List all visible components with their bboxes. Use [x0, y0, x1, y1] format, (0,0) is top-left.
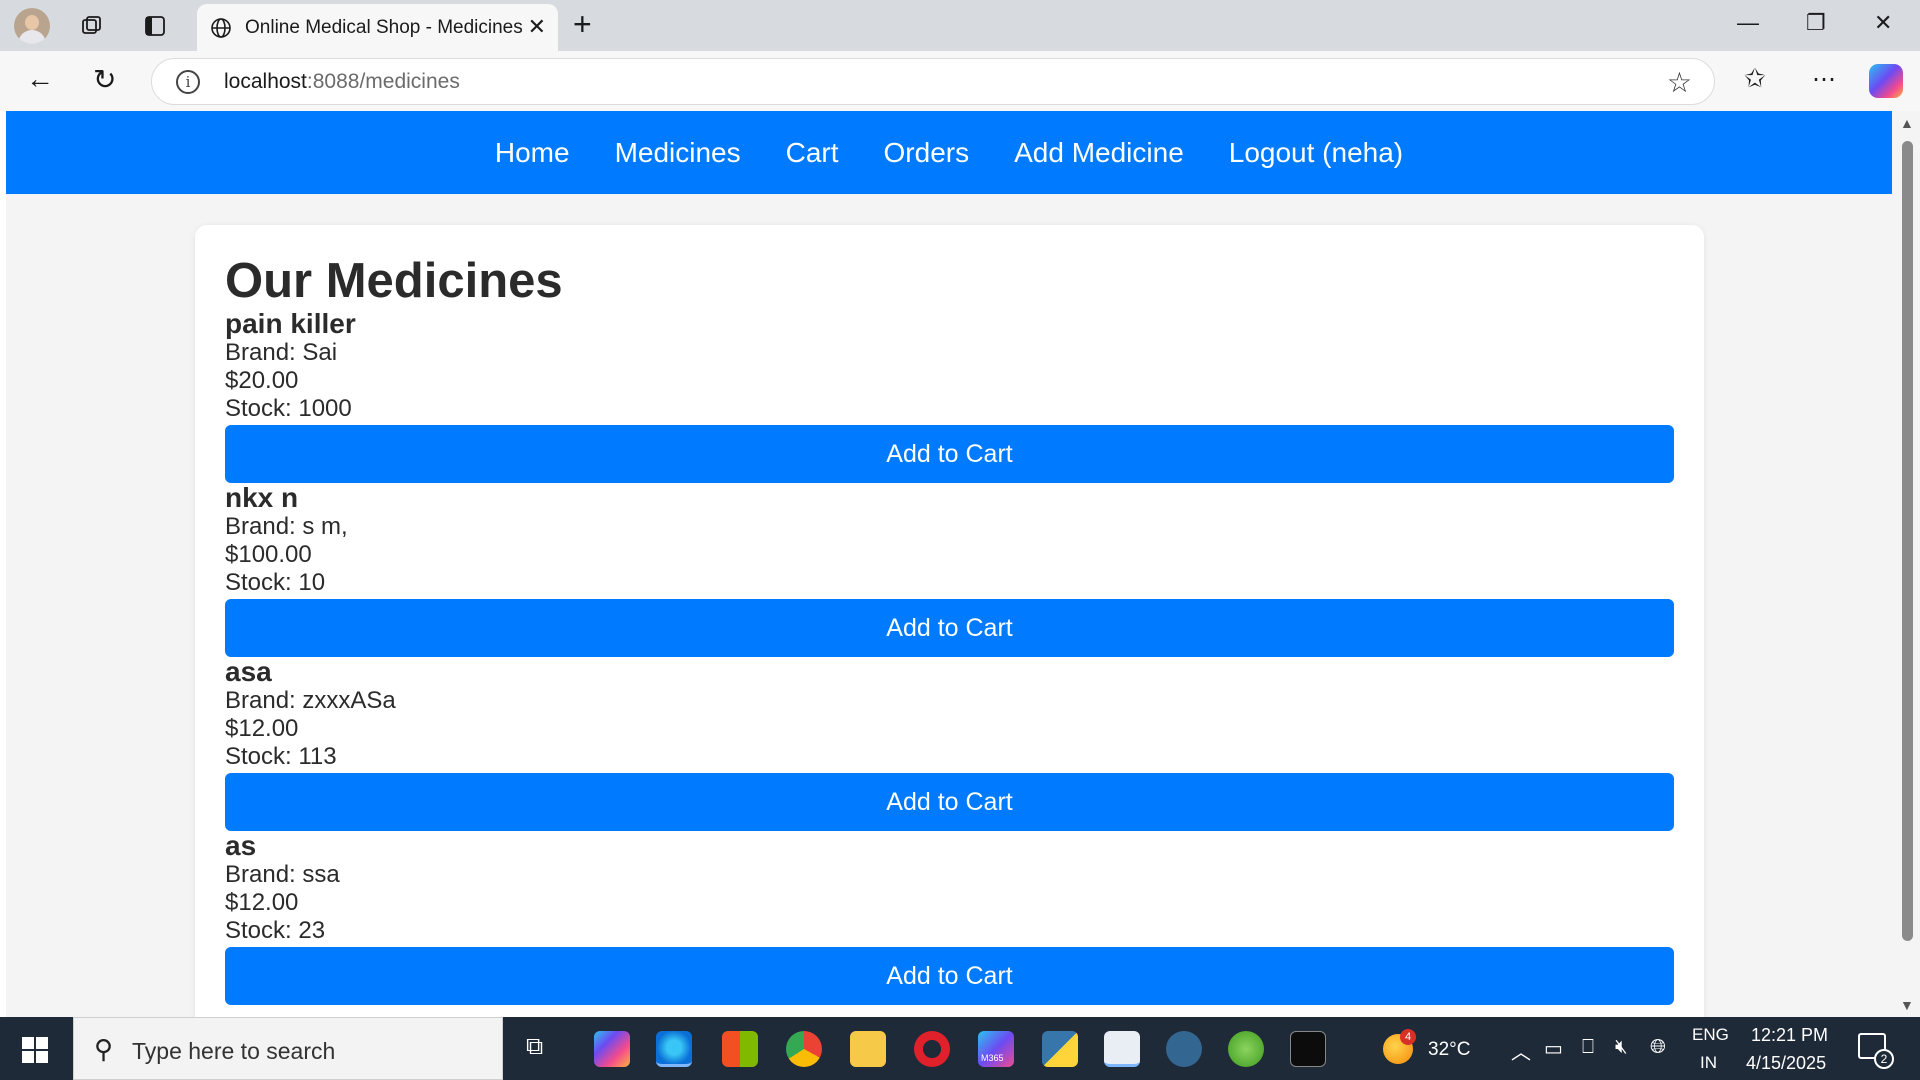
clock-time[interactable]: 12:21 PM [1751, 1025, 1828, 1046]
medicine-item: nkx n Brand: s m, $100.00 Stock: 10 Add … [225, 483, 1674, 657]
m365-label: M365 [981, 1053, 1004, 1063]
site-navbar: Home Medicines Cart Orders Add Medicine … [6, 111, 1892, 194]
refresh-icon[interactable]: ↻ [93, 63, 116, 96]
window-close-icon[interactable]: ✕ [1874, 10, 1892, 36]
file-explorer-icon[interactable] [850, 1031, 886, 1067]
windows-start-icon[interactable] [22, 1037, 48, 1063]
store-app-icon[interactable] [722, 1031, 758, 1067]
collections-icon[interactable] [74, 8, 110, 44]
nav-add-medicine[interactable]: Add Medicine [1014, 137, 1184, 169]
new-tab-icon[interactable]: + [573, 6, 592, 43]
notepad-app-icon[interactable] [1104, 1031, 1140, 1067]
medicine-name: as [225, 830, 257, 861]
browser-titlebar: Online Medical Shop - Medicines ✕ + — ❐ … [0, 0, 1920, 51]
medicine-brand: Brand: Sai [225, 339, 338, 366]
medicine-name: pain killer [225, 308, 356, 339]
spring-app-icon[interactable] [1228, 1031, 1264, 1067]
restore-icon[interactable]: ❐ [1806, 10, 1826, 36]
medicine-stock: Stock: 10 [225, 569, 326, 596]
weather-badge: 4 [1400, 1029, 1416, 1045]
close-icon[interactable]: ✕ [528, 14, 546, 40]
medicine-stock: Stock: 113 [225, 743, 337, 770]
windows-taskbar: ⚲ Type here to search ⧉ M365 4 32°C ︿ ▭ … [0, 1017, 1920, 1080]
notification-badge: 2 [1874, 1049, 1894, 1069]
medicine-brand: Brand: ssa [225, 861, 340, 888]
page-scrollbar[interactable]: ▲ ▼ [1892, 111, 1920, 1017]
medicines-panel: Our Medicines pain killer Brand: Sai $20… [195, 225, 1704, 1017]
language-top[interactable]: ENG [1692, 1025, 1729, 1045]
search-icon: ⚲ [94, 1034, 114, 1064]
medicine-stock: Stock: 23 [225, 917, 326, 944]
nav-orders[interactable]: Orders [884, 137, 970, 169]
add-to-cart-button[interactable]: Add to Cart [225, 599, 1674, 657]
chevron-up-icon[interactable]: ︿ [1511, 1036, 1531, 1065]
task-view-icon[interactable]: ⧉ [526, 1033, 543, 1061]
browser-toolbar: ← ↻ i localhost:8088/medicines ☆ ✩ ⋯ [0, 51, 1920, 111]
scroll-down-icon[interactable]: ▼ [1900, 997, 1914, 1013]
minimize-icon[interactable]: — [1737, 10, 1759, 36]
scroll-up-icon[interactable]: ▲ [1900, 115, 1914, 131]
medicine-brand: Brand: s m, [225, 513, 348, 540]
favorites-icon[interactable]: ✩ [1744, 63, 1766, 94]
medicine-price: $12.00 [225, 889, 299, 916]
m365-app-icon[interactable]: M365 [978, 1031, 1014, 1067]
taskbar-search[interactable]: ⚲ Type here to search [73, 1017, 503, 1080]
add-to-cart-button[interactable]: Add to Cart [225, 947, 1674, 1005]
copilot-icon[interactable] [1869, 64, 1903, 98]
globe-icon [209, 16, 233, 45]
terminal-app-icon[interactable] [1290, 1031, 1326, 1067]
medicine-brand: Brand: zxxxASa [225, 687, 396, 714]
volume-muted-icon[interactable]: 🔇︎ [1615, 1036, 1628, 1059]
scroll-thumb[interactable] [1902, 141, 1913, 941]
page-title: Our Medicines [225, 254, 563, 308]
medicine-price: $12.00 [225, 715, 299, 742]
opera-app-icon[interactable] [914, 1031, 950, 1067]
weather-temp[interactable]: 32°C [1428, 1039, 1470, 1061]
page-viewport: Home Medicines Cart Orders Add Medicine … [6, 111, 1892, 1017]
battery-icon[interactable]: ▭ [1544, 1036, 1563, 1061]
tab-title: Online Medical Shop - Medicines [245, 17, 523, 38]
medicine-stock: Stock: 1000 [225, 395, 352, 422]
network-globe-icon[interactable]: 🌐︎ [1650, 1036, 1666, 1059]
add-to-cart-button[interactable]: Add to Cart [225, 425, 1674, 483]
medicine-name: nkx n [225, 482, 299, 513]
nav-medicines[interactable]: Medicines [615, 137, 741, 169]
url-text[interactable]: localhost:8088/medicines [224, 70, 460, 94]
profile-avatar[interactable] [14, 8, 50, 44]
medicine-name: asa [225, 656, 272, 687]
tab-actions-icon[interactable] [137, 8, 173, 44]
url-path: :8088/medicines [306, 70, 460, 93]
python-app-icon[interactable] [1042, 1031, 1078, 1067]
medicine-price: $100.00 [225, 541, 312, 568]
address-bar[interactable]: i localhost:8088/medicines ☆ [151, 58, 1715, 105]
back-icon[interactable]: ← [26, 63, 54, 95]
favorite-star-icon[interactable]: ☆ [1667, 66, 1692, 99]
add-to-cart-button[interactable]: Add to Cart [225, 773, 1674, 831]
browser-tab-active[interactable]: Online Medical Shop - Medicines ✕ [197, 4, 558, 51]
clock-date[interactable]: 4/15/2025 [1746, 1053, 1826, 1074]
nav-home[interactable]: Home [495, 137, 570, 169]
nav-cart[interactable]: Cart [786, 137, 839, 169]
medicine-price: $20.00 [225, 367, 299, 394]
edge-app-icon[interactable] [656, 1031, 692, 1067]
nav-logout[interactable]: Logout (neha) [1229, 137, 1403, 169]
more-icon[interactable]: ⋯ [1812, 65, 1836, 94]
medicine-item: as Brand: ssa $12.00 Stock: 23 Add to Ca… [225, 831, 1674, 1005]
search-placeholder: Type here to search [132, 1038, 336, 1064]
url-host: localhost [224, 70, 307, 93]
copilot-app-icon[interactable] [594, 1031, 630, 1067]
info-icon[interactable]: i [176, 70, 200, 94]
medicine-item: asa Brand: zxxxASa $12.00 Stock: 113 Add… [225, 657, 1674, 831]
postgres-app-icon[interactable] [1166, 1031, 1202, 1067]
medicine-item: pain killer Brand: Sai $20.00 Stock: 100… [225, 309, 1674, 483]
chrome-app-icon[interactable] [786, 1031, 822, 1067]
device-icon[interactable]: ⎕ [1582, 1036, 1594, 1059]
language-bottom[interactable]: IN [1700, 1053, 1717, 1073]
